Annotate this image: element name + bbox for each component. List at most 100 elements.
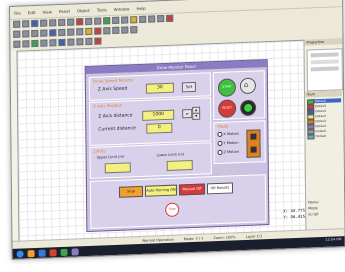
upper-limit-field[interactable] xyxy=(104,162,131,174)
object-tool-icon-7[interactable] xyxy=(67,38,75,46)
menu-help[interactable]: Help xyxy=(136,5,145,10)
distance-value[interactable]: 1000 xyxy=(142,109,175,121)
group-mode: Mode X Motion Y Motion Z Motion xyxy=(213,120,266,165)
properties-panel: Properties Item Default Default Default … xyxy=(303,38,345,230)
lower-limit-field[interactable] xyxy=(166,159,193,171)
line-color-icon[interactable] xyxy=(94,27,102,35)
line-tool-icon[interactable] xyxy=(22,30,30,38)
home-icon[interactable]: ⌂ xyxy=(239,77,257,95)
stop-round-button[interactable]: Stop xyxy=(165,202,180,218)
distance-menu-icon[interactable]: ≡ xyxy=(182,108,193,119)
current-value: 0 xyxy=(146,122,173,134)
group-icon[interactable] xyxy=(103,27,111,35)
align-right-icon[interactable] xyxy=(157,15,165,23)
paste-icon[interactable] xyxy=(67,18,75,26)
delete-icon[interactable] xyxy=(76,18,84,26)
media-icon[interactable] xyxy=(49,248,57,256)
undo-icon[interactable] xyxy=(85,17,93,26)
group-position-title: Z Axis Position xyxy=(93,102,123,109)
object-tool-icon-10[interactable] xyxy=(94,37,102,45)
item-list: Default Default Default Default Default … xyxy=(307,98,342,140)
print-icon[interactable] xyxy=(40,19,48,27)
group-speed: Drive Speed Monitor Z Axis Speed 30 Set xyxy=(88,72,212,101)
object-tool-icon-6[interactable] xyxy=(58,38,66,47)
mode-selector-knob[interactable] xyxy=(250,133,257,140)
app-icon[interactable] xyxy=(60,248,68,256)
action-button-1[interactable]: Stop xyxy=(118,185,144,198)
object-tool-icon-3[interactable] xyxy=(31,39,39,48)
rect-tool-icon[interactable] xyxy=(31,29,39,38)
group-actions: Stop Auto Homing ON Manual Off OK Result… xyxy=(89,174,267,229)
speed-value[interactable]: 30 xyxy=(145,82,174,94)
menu-view[interactable]: View xyxy=(42,9,52,14)
coord-y: Y: 96.425 xyxy=(283,213,306,220)
ellipse-tool-icon[interactable] xyxy=(40,29,48,37)
menu-window[interactable]: Window xyxy=(114,6,130,12)
speed-label: Z Axis Speed xyxy=(97,86,128,93)
coordinate-readout: X: 44.775 Y: 96.425 xyxy=(283,208,305,221)
align-left-icon[interactable] xyxy=(139,15,147,23)
indicator-lamp xyxy=(240,99,257,117)
bold-icon[interactable] xyxy=(67,28,75,36)
status-item-4: Layer 1/1 xyxy=(245,233,263,239)
front-icon[interactable] xyxy=(121,26,129,34)
start-button[interactable]: START xyxy=(217,78,237,97)
hmi-panel[interactable]: Drive Monitor Panel Drive Speed Monitor … xyxy=(84,59,270,233)
back-icon[interactable] xyxy=(130,26,138,34)
object-tool-icon-9[interactable] xyxy=(85,37,93,46)
reset-button[interactable]: RESET xyxy=(218,99,237,118)
taskbar-clock: 12:04 PM xyxy=(325,237,342,242)
menu-file[interactable]: File xyxy=(14,10,21,15)
save-icon[interactable] xyxy=(31,19,39,28)
group-limits-title: Limits xyxy=(93,148,106,154)
mode-title: Mode xyxy=(217,123,229,130)
mode-radio-z[interactable]: Z Motion xyxy=(217,149,239,155)
distance-down-icon[interactable]: ▼ xyxy=(192,112,201,120)
object-tool-icon-8[interactable] xyxy=(76,38,84,46)
explorer-icon[interactable] xyxy=(27,249,35,257)
mode-selector-knob-lower[interactable] xyxy=(250,146,257,153)
mode-radio-x[interactable]: X Motion xyxy=(217,131,239,138)
action-button-3[interactable]: Manual Off xyxy=(178,183,206,196)
open-icon[interactable] xyxy=(22,20,30,28)
italic-icon[interactable] xyxy=(76,28,84,36)
mode-selector[interactable] xyxy=(246,129,261,158)
ungroup-icon[interactable] xyxy=(112,26,120,35)
object-tool-icon-5[interactable] xyxy=(49,39,57,47)
list-item[interactable]: Default xyxy=(307,133,341,140)
copy-icon[interactable] xyxy=(58,18,66,27)
menu-tools[interactable]: Tools xyxy=(97,7,107,12)
menu-object[interactable]: Object xyxy=(77,7,90,12)
editor-taskbar-icon[interactable] xyxy=(71,247,79,256)
group-limits: Limits Upper Limit (m) Lower Limit (m) xyxy=(89,142,212,179)
action-button-2[interactable]: Auto Homing ON xyxy=(144,184,178,197)
action-button-4[interactable]: OK Results xyxy=(206,182,234,195)
button-tool-icon[interactable] xyxy=(58,28,66,37)
highlight-icon[interactable] xyxy=(130,16,138,24)
browser-icon[interactable] xyxy=(38,249,46,257)
menu-panel[interactable]: Panel xyxy=(59,8,70,13)
object-tool-icon-2[interactable] xyxy=(22,40,30,48)
start-label: START xyxy=(222,84,232,89)
new-icon[interactable] xyxy=(13,20,21,28)
object-tool-icon-1[interactable] xyxy=(13,40,21,48)
mode-radio-y[interactable]: Y Motion xyxy=(217,140,239,146)
grid-icon[interactable] xyxy=(121,16,129,24)
redo-icon[interactable] xyxy=(94,17,102,25)
select-tool-icon[interactable] xyxy=(13,30,21,38)
current-label: Current distance xyxy=(98,126,136,133)
align-center-icon[interactable] xyxy=(148,15,156,23)
cut-icon[interactable] xyxy=(49,19,57,27)
text-tool-icon[interactable] xyxy=(49,29,57,37)
menu-edit[interactable]: Edit xyxy=(28,9,36,14)
zoom-icon[interactable] xyxy=(112,16,120,25)
speed-set-button[interactable]: Set xyxy=(181,81,196,93)
upper-limit-label: Upper Limit (m) xyxy=(96,154,125,160)
start-menu-icon[interactable] xyxy=(16,249,24,258)
status-item-3: Zoom: 100% xyxy=(213,234,236,240)
fill-color-icon[interactable] xyxy=(85,27,93,36)
stop-icon[interactable] xyxy=(166,14,174,22)
object-tool-icon-4[interactable] xyxy=(40,39,48,47)
run-icon[interactable] xyxy=(103,17,111,25)
stop-round-label: Stop xyxy=(168,206,176,211)
